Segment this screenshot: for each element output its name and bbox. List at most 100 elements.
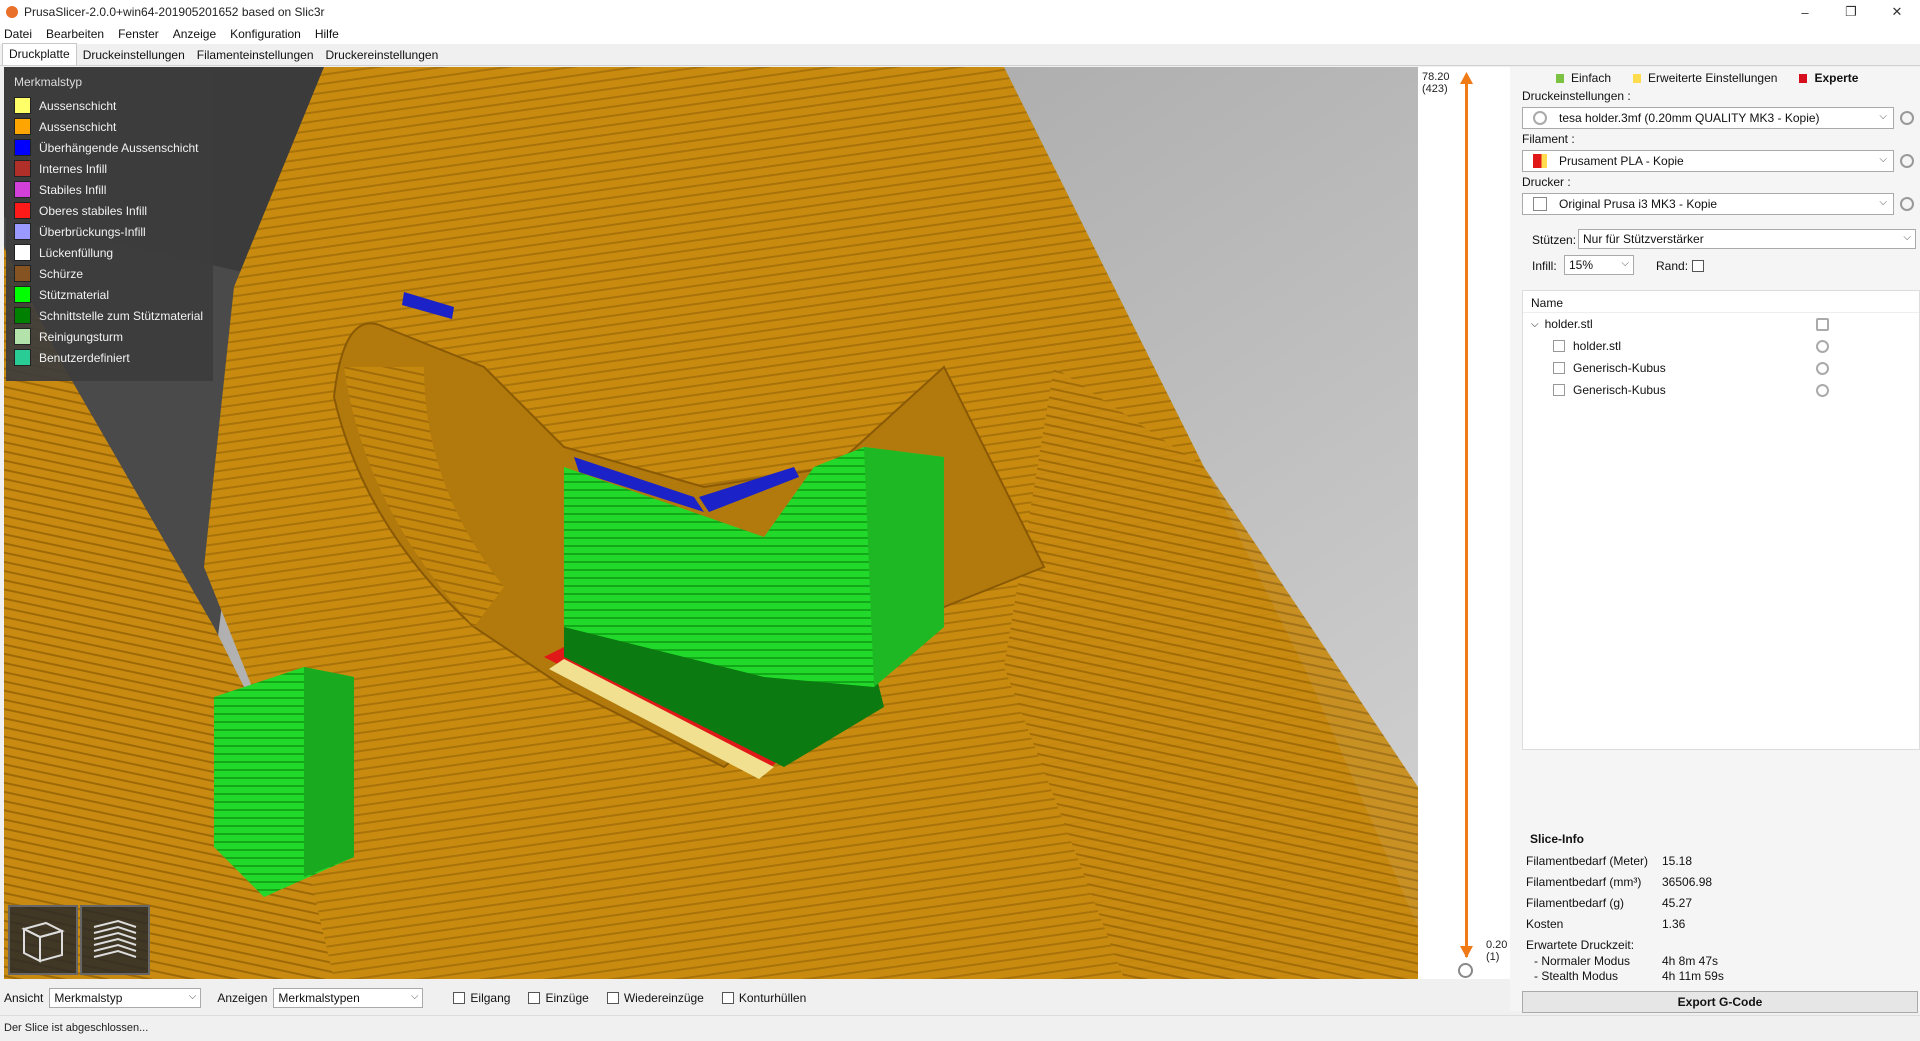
retractions-checkbox[interactable] [528, 992, 541, 1004]
filament-label: Filament : [1522, 132, 1575, 146]
shells-option[interactable]: Konturhüllen [721, 991, 806, 1005]
menu-anzeige[interactable]: Anzeige [173, 27, 216, 41]
support-enforcer-icon [1553, 384, 1565, 396]
app-icon [6, 6, 18, 18]
layer-bottom-value: 0.20 [1486, 939, 1508, 951]
show-label: Anzeigen [217, 991, 268, 1005]
print-settings-gear-icon[interactable] [1900, 111, 1914, 125]
estimated-time-title: Erwartete Druckzeit: [1526, 938, 1635, 952]
infill-combo[interactable]: 15% ⌵ [1564, 255, 1634, 275]
filament-color-icon [1533, 154, 1547, 168]
minimize-button[interactable]: – [1782, 0, 1828, 24]
mode-experte[interactable]: Experte [1799, 71, 1858, 85]
volume-row[interactable]: Generisch-Kubus [1523, 357, 1919, 379]
menu-bearbeiten[interactable]: Bearbeiten [46, 27, 104, 41]
slice-info-panel: Slice-Info Filamentbedarf (Meter) 15.18 F… [1522, 832, 1920, 983]
legend-label: Stabiles Infill [39, 182, 107, 197]
sidebar: Einfach Erweiterte Einstellungen Experte… [1510, 67, 1920, 1011]
show-features-value: Merkmalstypen [278, 991, 360, 1005]
object-list-header: Name [1523, 291, 1919, 313]
travel-checkbox[interactable] [453, 992, 466, 1004]
upper-thumb-icon[interactable] [1458, 71, 1475, 85]
preset-gear-icon [1533, 111, 1547, 125]
legend-item: Lückenfüllung [14, 242, 205, 263]
export-gcode-button[interactable]: Export G-Code [1522, 991, 1918, 1013]
menu-fenster[interactable]: Fenster [118, 27, 159, 41]
menu-datei[interactable]: Datei [4, 27, 32, 41]
lower-thumb-icon[interactable] [1458, 945, 1475, 959]
show-features-combo[interactable]: Merkmalstypen ⌵ [273, 988, 424, 1008]
maximize-button[interactable]: ❐ [1828, 0, 1874, 24]
unretractions-checkbox[interactable] [606, 992, 619, 1004]
estimated-time-row: - Stealth Modus 4h 11m 59s [1522, 968, 1920, 983]
slice-info-key: Filamentbedarf (Meter) [1526, 853, 1649, 868]
view-label: Ansicht [4, 991, 44, 1005]
printer-settings-gear-icon[interactable] [1900, 197, 1914, 211]
view-type-combo[interactable]: Merkmalstyp ⌵ [49, 988, 202, 1008]
tab-druckereinstellungen[interactable]: Druckereinstellungen [320, 45, 445, 65]
legend-swatch [14, 307, 31, 324]
mode-einfach[interactable]: Einfach [1556, 71, 1611, 85]
travel-label: Eilgang [470, 991, 511, 1005]
chevron-down-icon[interactable]: ⌵ [1531, 319, 1539, 330]
volume-name: Generisch-Kubus [1573, 383, 1666, 397]
legend-item: Benutzerdefiniert [14, 347, 205, 368]
legend-label: Überbrückungs-Infill [39, 224, 146, 239]
preview-3d-canvas[interactable]: Merkmalstyp Aussenschicht Aussenschicht … [4, 67, 1418, 979]
tab-filamenteinstellungen[interactable]: Filamenteinstellungen [191, 45, 320, 65]
unretractions-label: Wiedereinzüge [623, 991, 704, 1005]
brim-checkbox[interactable] [1692, 260, 1704, 272]
legend-swatch [14, 97, 31, 114]
slice-info-row: Filamentbedarf (g) 45.27 [1522, 892, 1920, 913]
view-layers-button[interactable] [80, 905, 150, 975]
view-3d-button[interactable] [8, 905, 78, 975]
printer-preset-combo[interactable]: Original Prusa i3 MK3 - Kopie ⌵ [1522, 193, 1894, 215]
retractions-option[interactable]: Einzüge [528, 991, 589, 1005]
legend-swatch [14, 265, 31, 282]
mode-dot [1556, 73, 1564, 83]
shells-checkbox[interactable] [721, 992, 734, 1004]
close-button[interactable]: ✕ [1874, 0, 1920, 24]
legend-item: Überbrückungs-Infill [14, 221, 205, 242]
filament-preset-combo[interactable]: Prusament PLA - Kopie ⌵ [1522, 150, 1894, 172]
volume-settings-gear-icon[interactable] [1816, 383, 1829, 397]
print-settings-label: Druckeinstellungen : [1522, 89, 1631, 103]
legend-item: Internes Infill [14, 158, 205, 179]
volume-settings-gear-icon[interactable] [1816, 339, 1829, 353]
filament-settings-gear-icon[interactable] [1900, 154, 1914, 168]
infill-label: Infill: [1532, 259, 1557, 273]
volume-row[interactable]: Generisch-Kubus [1523, 379, 1919, 401]
sliced-model-render [4, 67, 1418, 979]
tab-druckplatte[interactable]: Druckplatte [2, 43, 77, 65]
legend-swatch [14, 118, 31, 135]
legend-swatch [14, 349, 31, 366]
object-edit-icon[interactable] [1816, 317, 1829, 331]
layer-bottom-label: 0.20 (1) [1486, 939, 1507, 963]
legend-item: Schnittstelle zum Stützmaterial [14, 305, 205, 326]
layer-slider[interactable]: 78.20 (423) 0.20 (1) [1418, 67, 1510, 979]
mode-erweitert[interactable]: Erweiterte Einstellungen [1633, 71, 1777, 85]
cube-icon [21, 921, 65, 963]
support-enforcer-icon [1553, 362, 1565, 374]
volume-settings-gear-icon[interactable] [1816, 361, 1829, 375]
legend-swatch [14, 244, 31, 261]
slice-info-value: 45.27 [1662, 895, 1693, 910]
slider-settings-icon[interactable] [1458, 963, 1473, 978]
legend-swatch [14, 286, 31, 303]
legend-swatch [14, 160, 31, 177]
menu-konfiguration[interactable]: Konfiguration [230, 27, 301, 41]
layer-bottom-index: (1) [1486, 951, 1500, 963]
layer-slider-track[interactable] [1465, 77, 1468, 957]
unretractions-option[interactable]: Wiedereinzüge [606, 991, 704, 1005]
travel-option[interactable]: Eilgang [453, 991, 510, 1005]
supports-combo[interactable]: Nur für Stützverstärker ⌵ [1578, 229, 1916, 249]
object-row[interactable]: ⌵ holder.stl [1523, 313, 1919, 335]
layer-top-index: (423) [1422, 83, 1448, 95]
print-preset-combo[interactable]: tesa holder.3mf (0.20mm QUALITY MK3 - Ko… [1522, 107, 1894, 129]
menu-hilfe[interactable]: Hilfe [315, 27, 339, 41]
status-bar: Der Slice ist abgeschlossen... [0, 1015, 1920, 1041]
volume-row[interactable]: holder.stl [1523, 335, 1919, 357]
retractions-label: Einzüge [545, 991, 589, 1005]
tab-druckeinstellungen[interactable]: Druckeinstellungen [77, 45, 191, 65]
legend-item: Stützmaterial [14, 284, 205, 305]
